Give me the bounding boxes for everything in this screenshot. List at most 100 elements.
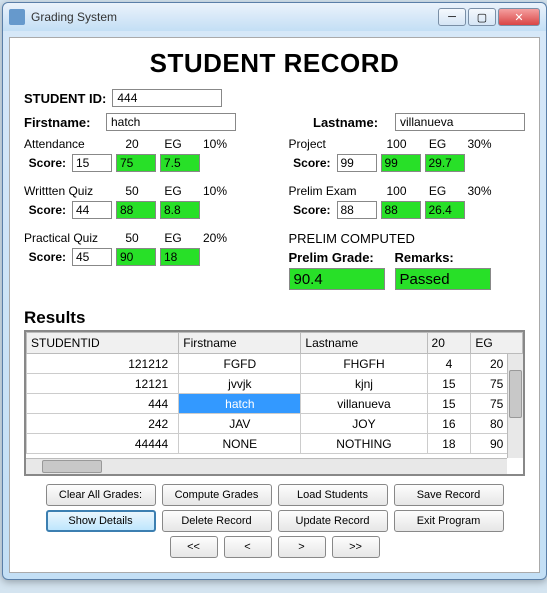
score-input[interactable] — [337, 154, 377, 172]
table-cell[interactable]: 121212 — [27, 354, 179, 374]
save-record-button[interactable]: Save Record — [394, 484, 504, 506]
col-header[interactable]: STUDENTID — [27, 333, 179, 354]
score-input[interactable] — [337, 201, 377, 219]
student-id-label: STUDENT ID: — [24, 91, 106, 106]
item-writtten-quiz: Writtten Quiz 50 EG 10% Score: 88 8.8 — [24, 184, 261, 219]
eg-label: EG — [152, 137, 194, 151]
table-cell[interactable]: 18 — [427, 434, 471, 454]
grading-window: Grading System ─ ▢ ✕ STUDENT RECORD STUD… — [2, 2, 547, 580]
update-record-button[interactable]: Update Record — [278, 510, 388, 532]
remarks-value: Passed — [395, 268, 491, 290]
prelim-grade-label: Prelim Grade: — [289, 250, 385, 265]
weighted-value: 26.4 — [425, 201, 465, 219]
table-cell[interactable]: hatch — [179, 394, 301, 414]
right-column: Project 100 EG 30% Score: 99 29.7 Prelim… — [289, 137, 526, 302]
item-max: 100 — [377, 184, 417, 198]
table-cell[interactable]: 444 — [27, 394, 179, 414]
table-cell[interactable]: 12121 — [27, 374, 179, 394]
table-cell[interactable]: 16 — [427, 414, 471, 434]
score-input[interactable] — [72, 248, 112, 266]
table-cell[interactable]: JOY — [301, 414, 427, 434]
eg-value: 88 — [116, 201, 156, 219]
nav-last-button[interactable]: >> — [332, 536, 380, 558]
table-cell[interactable]: kjnj — [301, 374, 427, 394]
item-max: 20 — [112, 137, 152, 151]
eg-label: EG — [152, 231, 194, 245]
window-title: Grading System — [31, 10, 438, 24]
show-details-button[interactable]: Show Details — [46, 510, 156, 532]
table-cell[interactable]: villanueva — [301, 394, 427, 414]
button-panel: Clear All Grades: Compute Grades Load Stud… — [24, 484, 525, 558]
score-label: Score: — [289, 203, 337, 217]
table-cell[interactable]: JAV — [179, 414, 301, 434]
pct-label: 20% — [194, 231, 236, 245]
score-input[interactable] — [72, 154, 112, 172]
pct-label: 30% — [459, 184, 501, 198]
minimize-button[interactable]: ─ — [438, 8, 466, 26]
item-max: 50 — [112, 231, 152, 245]
remarks-label: Remarks: — [395, 250, 491, 265]
table-row[interactable]: 121212FGFDFHGFH420 — [27, 354, 523, 374]
maximize-button[interactable]: ▢ — [468, 8, 496, 26]
col-header[interactable]: Firstname — [179, 333, 301, 354]
nav-next-button[interactable]: > — [278, 536, 326, 558]
col-header[interactable]: EG — [471, 333, 523, 354]
table-cell[interactable]: 4 — [427, 354, 471, 374]
col-header[interactable]: 20 — [427, 333, 471, 354]
score-label: Score: — [24, 250, 72, 264]
content-panel: STUDENT RECORD STUDENT ID: Firstname: La… — [9, 37, 540, 573]
results-table[interactable]: STUDENTIDFirstnameLastname20EG 121212FGF… — [26, 332, 523, 454]
compute-grades-button[interactable]: Compute Grades — [162, 484, 272, 506]
vertical-scroll-thumb[interactable] — [509, 370, 522, 418]
results-title: Results — [24, 308, 525, 328]
nav-prev-button[interactable]: < — [224, 536, 272, 558]
item-name: Attendance — [24, 137, 112, 151]
table-cell[interactable]: 242 — [27, 414, 179, 434]
clear-grades-button[interactable]: Clear All Grades: — [46, 484, 156, 506]
close-button[interactable]: ✕ — [498, 8, 540, 26]
prelim-grade-value: 90.4 — [289, 268, 385, 290]
nav-first-button[interactable]: << — [170, 536, 218, 558]
prelim-title: PRELIM COMPUTED — [289, 231, 526, 246]
table-cell[interactable]: 15 — [427, 374, 471, 394]
pct-label: 10% — [194, 184, 236, 198]
table-cell[interactable]: FHGFH — [301, 354, 427, 374]
vertical-scrollbar[interactable] — [507, 354, 523, 458]
table-cell[interactable]: FGFD — [179, 354, 301, 374]
exit-program-button[interactable]: Exit Program — [394, 510, 504, 532]
table-row[interactable]: 12121jvvjkkjnj1575 — [27, 374, 523, 394]
lastname-label: Lastname: — [313, 115, 389, 130]
table-cell[interactable]: jvvjk — [179, 374, 301, 394]
lastname-input[interactable] — [395, 113, 525, 131]
weighted-value: 29.7 — [425, 154, 465, 172]
score-input[interactable] — [72, 201, 112, 219]
results-table-wrap: STUDENTIDFirstnameLastname20EG 121212FGF… — [24, 330, 525, 476]
item-name: Project — [289, 137, 377, 151]
table-cell[interactable]: 15 — [427, 394, 471, 414]
horizontal-scrollbar[interactable] — [26, 458, 507, 474]
firstname-input[interactable] — [106, 113, 236, 131]
table-row[interactable]: 242JAVJOY1680 — [27, 414, 523, 434]
table-row[interactable]: 44444NONENOTHING1890 — [27, 434, 523, 454]
col-header[interactable]: Lastname — [301, 333, 427, 354]
table-cell[interactable]: 44444 — [27, 434, 179, 454]
horizontal-scroll-thumb[interactable] — [42, 460, 102, 473]
load-students-button[interactable]: Load Students — [278, 484, 388, 506]
weighted-value: 8.8 — [160, 201, 200, 219]
item-attendance: Attendance 20 EG 10% Score: 75 7.5 — [24, 137, 261, 172]
eg-label: EG — [417, 184, 459, 198]
delete-record-button[interactable]: Delete Record — [162, 510, 272, 532]
item-name: Writtten Quiz — [24, 184, 112, 198]
titlebar[interactable]: Grading System ─ ▢ ✕ — [3, 3, 546, 31]
table-cell[interactable]: NOTHING — [301, 434, 427, 454]
eg-value: 90 — [116, 248, 156, 266]
weighted-value: 18 — [160, 248, 200, 266]
score-label: Score: — [24, 203, 72, 217]
pct-label: 10% — [194, 137, 236, 151]
table-row[interactable]: 444hatchvillanueva1575 — [27, 394, 523, 414]
weighted-value: 7.5 — [160, 154, 200, 172]
student-id-input[interactable] — [112, 89, 222, 107]
firstname-label: Firstname: — [24, 115, 100, 130]
eg-value: 99 — [381, 154, 421, 172]
table-cell[interactable]: NONE — [179, 434, 301, 454]
